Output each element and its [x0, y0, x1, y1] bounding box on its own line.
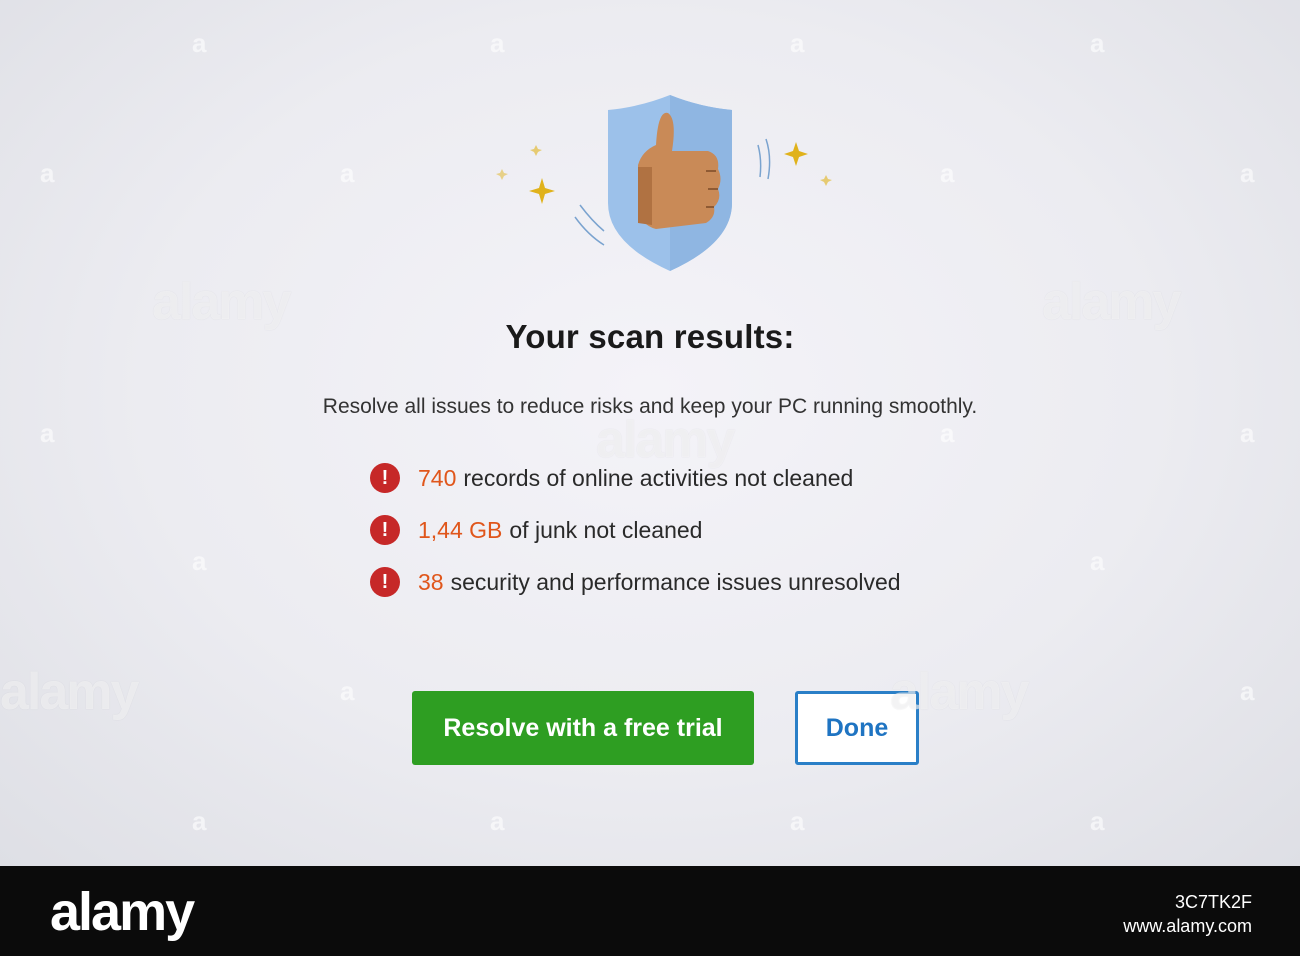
- app-window: Your scan results: Resolve all issues to…: [0, 0, 1300, 866]
- watermark-mark: a: [790, 28, 805, 58]
- watermark-mark: a: [940, 418, 955, 448]
- watermark-footer: alamy 3C7TK2F www.alamy.com: [0, 866, 1300, 956]
- image-info: 3C7TK2F www.alamy.com: [1123, 890, 1252, 938]
- issue-text: security and performance issues unresolv…: [450, 568, 901, 595]
- watermark-mark: a: [40, 418, 55, 448]
- issue-count: 1,44 GB: [418, 516, 503, 543]
- watermark-mark: a: [1090, 546, 1105, 576]
- watermark-mark: a: [790, 806, 805, 836]
- watermark-mark: a: [192, 806, 207, 836]
- watermark-mark: a: [1090, 28, 1105, 58]
- alamy-logo: alamy: [50, 882, 195, 942]
- list-item: ! 38 security and performance issues unr…: [370, 556, 1070, 608]
- watermark-mark: a: [940, 158, 955, 188]
- list-item: ! 1,44 GB of junk not cleaned: [370, 504, 1070, 556]
- issue-list: ! 740 records of online activities not c…: [370, 452, 1070, 608]
- watermark-mark: a: [192, 28, 207, 58]
- watermark-mark: a: [192, 546, 207, 576]
- error-icon: !: [370, 463, 400, 493]
- watermark-mark: a: [340, 158, 355, 188]
- error-icon: !: [370, 567, 400, 597]
- issue-text: of junk not cleaned: [509, 516, 703, 543]
- watermark-mark: a: [340, 676, 355, 706]
- issue-count: 740: [418, 464, 457, 491]
- watermark: alamy: [596, 411, 735, 469]
- watermark-mark: a: [490, 28, 505, 58]
- watermark: alamy: [0, 663, 139, 721]
- resolve-trial-button[interactable]: Resolve with a free trial: [412, 691, 754, 765]
- thumbs-up-shield-icon: [496, 95, 832, 271]
- watermark-mark: a: [1240, 676, 1255, 706]
- watermark-mark: a: [1240, 418, 1255, 448]
- site-url: www.alamy.com: [1123, 916, 1252, 936]
- watermark: alamy: [890, 663, 1029, 721]
- image-id: 3C7TK2F: [1174, 892, 1252, 912]
- watermark-mark: a: [1240, 158, 1255, 188]
- watermark: alamy: [1042, 273, 1181, 331]
- watermark: alamy: [152, 273, 291, 331]
- watermark-mark: a: [1090, 806, 1105, 836]
- watermark-mark: a: [490, 806, 505, 836]
- issue-count: 38: [418, 568, 444, 595]
- error-icon: !: [370, 515, 400, 545]
- watermark-mark: a: [40, 158, 55, 188]
